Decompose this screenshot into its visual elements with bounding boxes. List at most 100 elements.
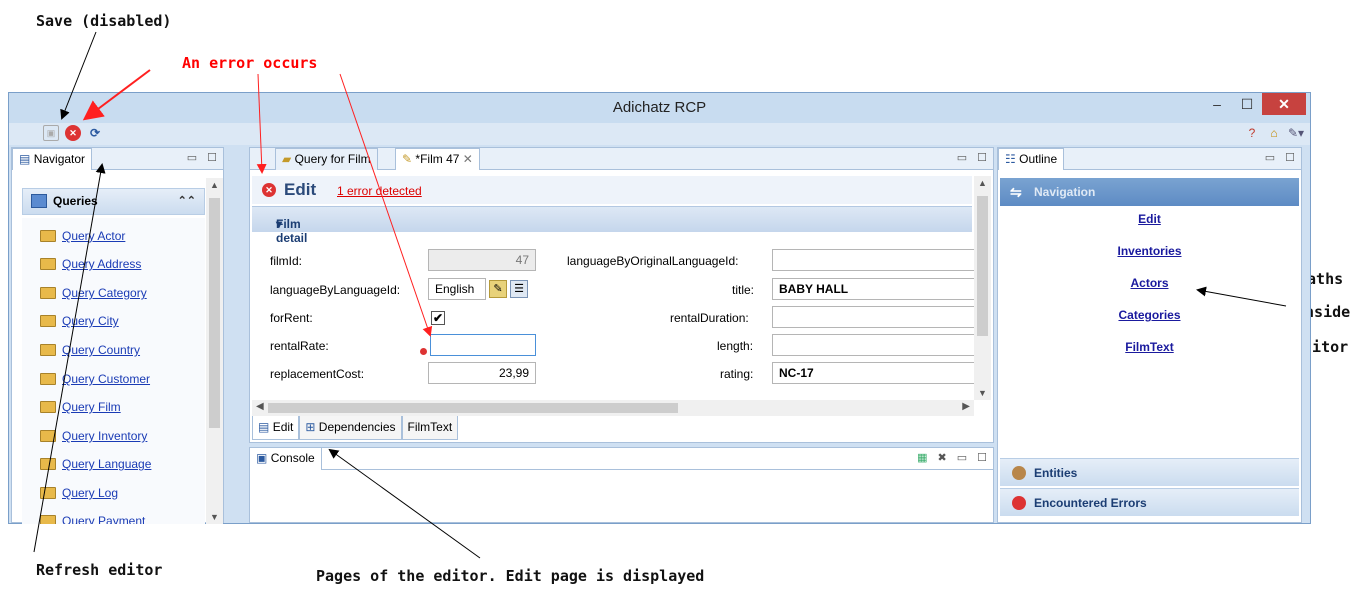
error-icon[interactable]: ✕ [65,125,81,141]
edit-language-icon[interactable]: ✎ [489,280,507,298]
list-item[interactable]: Query City [40,311,119,331]
list-item[interactable]: Query Log [40,483,118,503]
editor-vertical-scrollbar[interactable]: ▲ ▼ [974,176,991,400]
navigation-header[interactable]: ⇋ Navigation [1000,178,1299,206]
query-link[interactable]: Query Address [62,257,141,271]
tab-filmtext[interactable]: FilmText [401,416,459,440]
edit-page-icon: ▤ [258,420,270,434]
panel-maximize-icon[interactable]: ☐ [1285,151,1295,164]
rentalrate-label: rentalRate: [270,339,329,353]
rentalduration-field[interactable] [772,306,977,328]
list-item[interactable]: Query Inventory [40,426,147,446]
navigator-scrollbar[interactable]: ▲ ▼ [206,178,223,524]
outline-link-edit[interactable]: Edit [1000,212,1299,226]
tab-edit[interactable]: ▤ Edit [252,416,300,440]
query-link[interactable]: Query Category [62,286,147,300]
list-item[interactable]: Query Payment [40,511,145,524]
pencil-icon: ✎ [402,152,413,166]
original-language-field[interactable] [772,249,977,271]
entities-section[interactable]: Entities [1000,458,1299,486]
scroll-down-icon[interactable]: ▼ [210,512,219,522]
query-link[interactable]: Query Customer [62,372,150,386]
panel-minimize-icon[interactable]: ▭ [1265,151,1275,164]
query-link[interactable]: Query Country [62,343,140,357]
scroll-right-icon[interactable]: ▶ [962,401,970,412]
close-button[interactable]: ✕ [1262,93,1306,115]
save-icon[interactable]: ▣ [43,125,59,141]
panel-minimize-icon[interactable]: ▭ [957,451,967,464]
scroll-up-icon[interactable]: ▲ [978,178,987,188]
list-item[interactable]: Query Country [40,340,140,360]
folder-icon [40,401,56,413]
list-item[interactable]: Query Category [40,283,147,303]
tab-navigator[interactable]: ▤ Navigator [12,148,93,170]
scroll-thumb[interactable] [268,403,678,413]
panel-minimize-icon[interactable]: ▭ [187,151,197,164]
scroll-left-icon[interactable]: ◀ [256,401,264,412]
length-field[interactable] [772,334,977,356]
main-toolbar: ▣ ✕ ⟳ ? ⌂ ✎▾ [9,123,1310,145]
query-link[interactable]: Query Inventory [62,429,147,443]
list-item[interactable]: Query Customer [40,369,150,389]
query-link[interactable]: Query Film [62,400,121,414]
film-detail-section[interactable]: ▾ Film detail [252,206,972,245]
panel-minimize-icon[interactable]: ▭ [957,151,967,164]
panel-maximize-icon[interactable]: ☐ [207,151,217,164]
home-icon[interactable]: ⌂ [1266,125,1282,141]
tab-outline[interactable]: ☷ Outline [998,148,1065,170]
queries-section-header[interactable]: Queries ⌃⌃ [22,188,205,215]
panel-maximize-icon[interactable]: ☐ [977,151,987,164]
replacementcost-field[interactable]: 23,99 [428,362,536,384]
tab-query-for-film[interactable]: ▰ Query for Film [275,148,378,170]
tab-dependencies[interactable]: ⊞ Dependencies [299,416,402,440]
error-detected-link[interactable]: 1 error detected [337,184,422,198]
pin-console-icon[interactable]: ▦ [917,451,927,464]
forrent-checkbox[interactable]: ✔ [431,311,445,325]
error-icon: ✕ [262,183,276,197]
outline-link-categories[interactable]: Categories [1000,308,1299,322]
list-item[interactable]: Query Film [40,397,121,417]
tab-console[interactable]: ▣ Console [250,448,322,470]
entities-title: Entities [1034,466,1078,480]
clear-console-icon[interactable]: ✖ [938,451,947,464]
language-label: languageByLanguageId: [270,283,401,297]
query-link[interactable]: Query Payment [62,514,145,524]
list-item[interactable]: Query Actor [40,226,125,246]
language-field[interactable]: English [428,278,486,300]
console-tab-label: Console [270,451,315,465]
list-item[interactable]: Query Address [40,254,141,274]
rating-label: rating: [720,367,754,381]
help-icon[interactable]: ? [1244,125,1260,141]
outline-link-inventories[interactable]: Inventories [1000,244,1299,258]
scroll-thumb[interactable] [209,198,220,428]
folder-icon: ▰ [282,152,292,166]
editor-horizontal-scrollbar[interactable]: ◀ ▶ [252,400,974,416]
wrench-icon[interactable]: ✎▾ [1288,125,1304,141]
annotation-pages-editor: Pages of the editor. Edit page is displa… [316,567,705,585]
refresh-icon[interactable]: ⟳ [87,125,103,141]
query-link[interactable]: Query Log [62,486,118,500]
query-link[interactable]: Query City [62,314,119,328]
query-link[interactable]: Query Actor [62,229,125,243]
outline-link-filmtext[interactable]: FilmText [1000,340,1299,354]
tab-label: Dependencies [318,420,396,434]
minimize-button[interactable]: – [1202,93,1232,115]
list-icon[interactable]: ☰ [510,280,528,298]
tab-film-47[interactable]: ✎ *Film 47 ✕ [395,148,480,170]
maximize-button[interactable]: ☐ [1232,93,1262,115]
scroll-up-icon[interactable]: ▲ [210,180,219,190]
panel-maximize-icon[interactable]: ☐ [977,451,987,464]
collapse-icon[interactable]: ⌃⌃ [178,189,196,214]
tab-label: Query for Film [294,152,371,166]
title-field[interactable]: BABY HALL [772,278,977,300]
rating-field[interactable]: NC-17 [772,362,977,384]
close-tab-icon[interactable]: ✕ [463,152,473,166]
outline-link-actors[interactable]: Actors [1000,276,1299,290]
rentalrate-field[interactable] [430,334,536,356]
scroll-down-icon[interactable]: ▼ [978,388,987,398]
list-item[interactable]: Query Language [40,454,151,474]
navigator-panel: ▤ Navigator ▭ ☐ Queries ⌃⌃ Query Actor Q… [11,147,224,524]
errors-section[interactable]: Encountered Errors [1000,488,1299,516]
scroll-thumb[interactable] [977,196,988,336]
query-link[interactable]: Query Language [62,457,151,471]
